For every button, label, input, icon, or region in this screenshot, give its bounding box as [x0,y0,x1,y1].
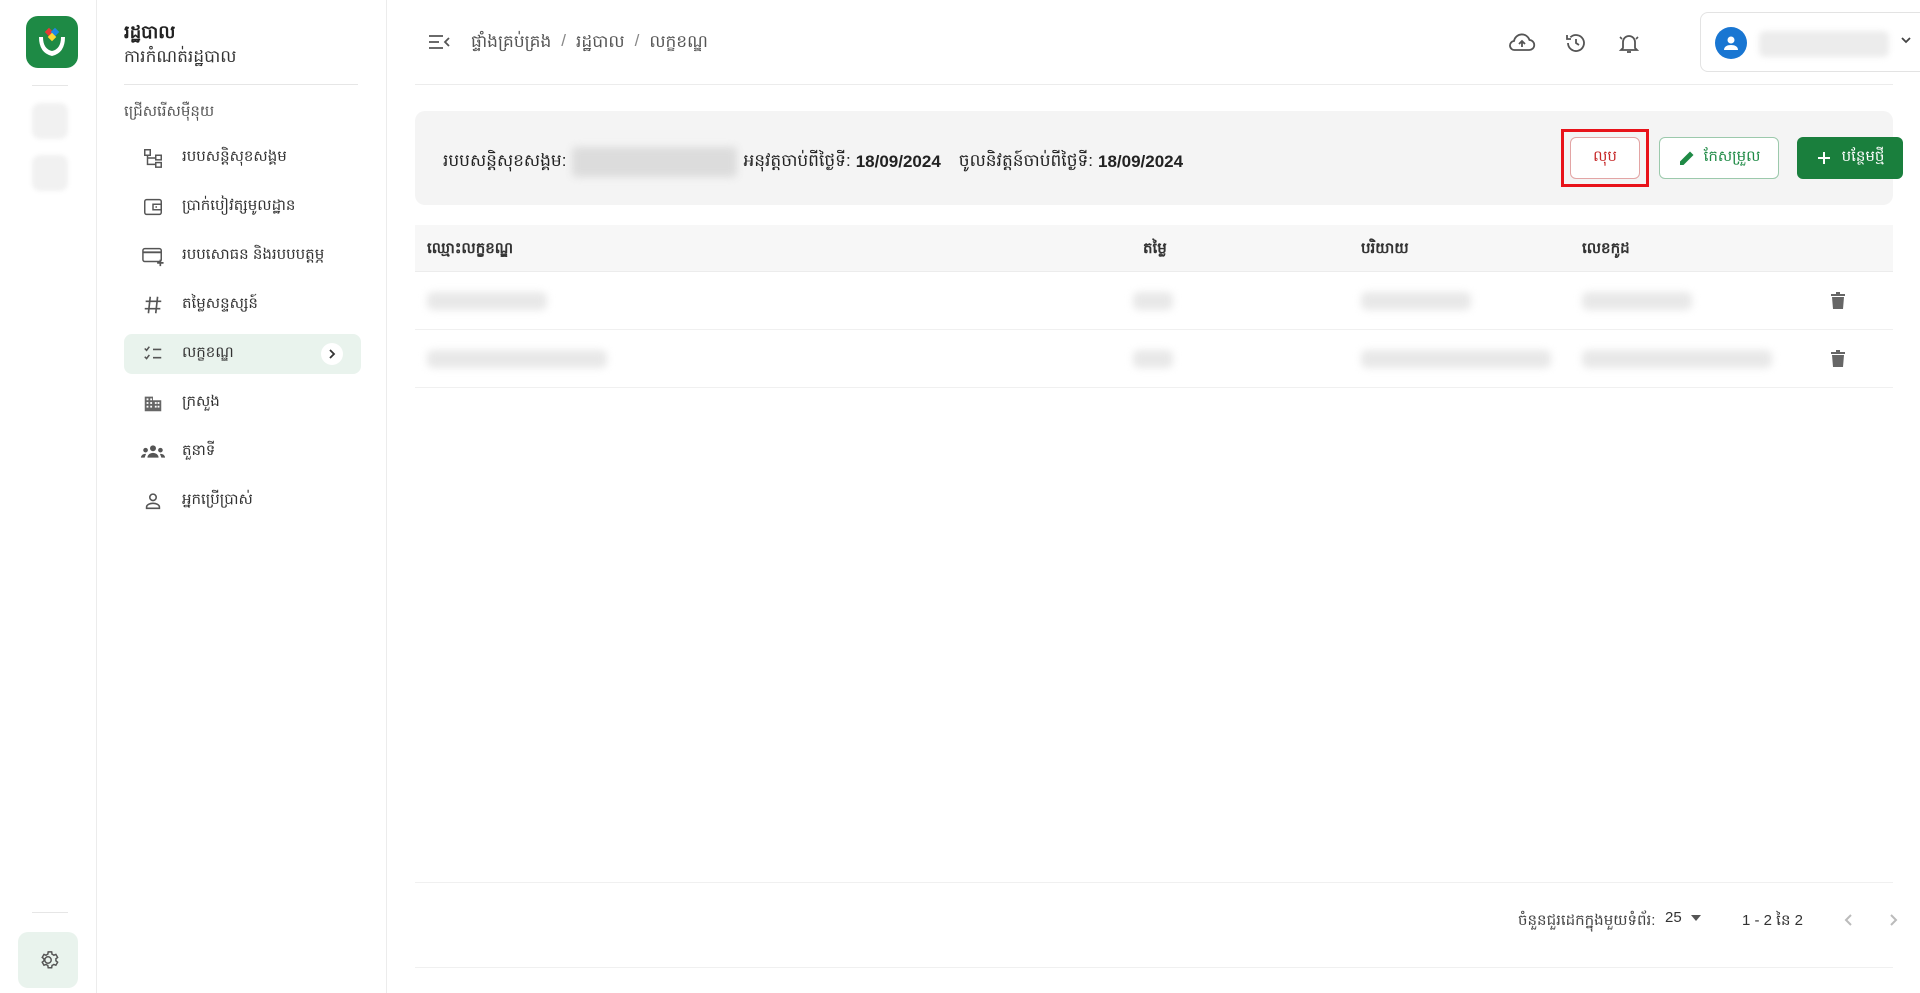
breadcrumb: ផ្ទាំងគ្រប់គ្រង / រដ្ឋបាល / លក្ខខណ្ឌ [471,31,708,56]
sidebar-item-label: របបសន្តិសុខសង្គម [182,148,287,165]
plus-icon [1817,152,1830,164]
condition-info-bar: របបសន្តិសុខសង្គម: អនុវត្តចាប់ពីថ្ងៃទី: 1… [415,111,1903,205]
top-bar: ផ្ទាំងគ្រប់គ្រង / រដ្ឋបាល / លក្ខខណ្ឌ [415,0,1920,85]
sidebar-item-label: អ្នកប្រើប្រាស់ [182,491,253,508]
breadcrumb-separator: / [561,31,567,50]
rows-per-page-label: ចំនួនជួរដេកក្នុងមួយទំព័រ: [1518,912,1656,929]
effective-label: អនុវត្តចាប់ពីថ្ងៃទី: [743,150,851,170]
sidebar-item-users[interactable]: អ្នកប្រើប្រាស់ [124,481,361,521]
building-icon [138,392,168,414]
cell-name-blurred [427,292,547,310]
sidebar-item-roles[interactable]: តួនាទី [124,432,361,472]
edit-button-label: កែសម្រួល [1703,148,1761,165]
column-header-value[interactable]: តម្លៃ [1143,239,1167,261]
app-logo[interactable] [26,16,78,68]
sidebar-item-label: ប្រាក់បៀវត្សមូលដ្ឋាន [182,197,296,214]
sidebar-item-label: ក្រសួង [182,393,220,410]
rows-per-page-value: 25 [1665,909,1682,926]
cell-description-blurred [1361,292,1471,310]
sidebar-item-pension[interactable]: របបសោធន និងរបបបត្តម្ភ [124,236,361,276]
rail-item-blurred[interactable] [32,103,68,139]
pagination-footer: ចំនួនជួរដេកក្នុងមួយទំព័រ: 25 1 - 2 នៃ 2 [415,882,1898,968]
sidebar-item-base-salary[interactable]: ប្រាក់បៀវត្សមូលដ្ឋាន [124,187,361,227]
pencil-icon [1679,151,1694,165]
add-new-button[interactable]: បន្ថែមថ្មី [1797,137,1903,179]
caret-down-icon [1690,914,1701,921]
rail-divider [32,912,68,913]
avatar [1715,27,1747,59]
cell-description-blurred [1361,350,1551,368]
previous-page-icon[interactable] [1836,907,1862,933]
table-header: ឈ្មោះលក្ខខណ្ឌ តម្លៃ បរិយាយ លេខកូដ [415,225,1893,272]
sidebar-item-label: តួនាទី [182,442,216,459]
cell-value-blurred [1133,292,1173,310]
pagination-range: 1 - 2 នៃ 2 [1742,912,1803,929]
retirement-date: 18/09/2024 [1098,152,1184,171]
sidebar-item-label: តម្លៃសន្ទស្សន៍ [182,295,258,312]
next-page-icon[interactable] [1880,907,1906,933]
gear-icon [41,951,59,969]
rail-item-blurred[interactable] [32,155,68,191]
user-menu[interactable] [1700,12,1920,72]
app-root: រដ្ឋបាល ការកំណត់រដ្ឋបាល ជ្រើសរើសម៉ឺនុយ រ… [0,0,1920,993]
sidebar-item-social-security[interactable]: របបសន្តិសុខសង្គម [124,138,361,178]
cell-code-blurred [1582,292,1692,310]
subnav-divider [124,84,358,85]
column-header-description[interactable]: បរិយាយ [1361,239,1409,261]
menu-open-icon [429,35,450,49]
history-icon[interactable] [1561,28,1591,58]
subnav-subtitle: ការកំណត់រដ្ឋបាល [124,47,237,66]
sidebar-item-conditions[interactable]: លក្ខខណ្ឌ [124,334,361,374]
edit-button[interactable]: កែសម្រួល [1659,137,1779,179]
group-icon [138,442,168,462]
menu-collapse-button[interactable] [427,30,451,54]
delete-row-icon[interactable] [1826,289,1850,313]
settings-button[interactable] [18,932,78,988]
breadcrumb-current: លក្ខខណ្ឌ [649,32,708,51]
user-name-blurred [1759,31,1889,57]
rows-per-page-select[interactable]: 25 [1665,909,1702,926]
chevron-down-icon [1899,33,1913,52]
hash-icon [138,294,168,316]
card-add-icon [138,245,168,267]
scheme-label: របបសន្តិសុខសង្គម: [443,150,567,170]
cell-code-blurred [1582,350,1772,368]
user-avatar-icon [1724,36,1738,50]
admin-subnav: រដ្ឋបាល ការកំណត់រដ្ឋបាល ជ្រើសរើសម៉ឺនុយ រ… [97,0,387,993]
sidebar-item-index-value[interactable]: តម្លៃសន្ទស្សន៍ [124,285,361,325]
conditions-table: ឈ្មោះលក្ខខណ្ឌ តម្លៃ បរិយាយ លេខកូដ [415,225,1893,388]
subnav-section-label: ជ្រើសរើសម៉ឺនុយ [124,103,215,120]
column-header-code[interactable]: លេខកូដ [1582,239,1630,261]
breadcrumb-separator: / [634,31,640,50]
person-icon [138,490,168,512]
wallet-icon [138,196,168,218]
retirement-label: ចូលនិវត្តន៍ចាប់ពីថ្ងៃទី: [958,150,1093,170]
hierarchy-icon [138,147,168,169]
notification-bell-icon[interactable] [1614,28,1644,58]
cloud-upload-icon[interactable] [1507,28,1537,58]
table-row[interactable] [415,272,1893,330]
sidebar-item-label: របបសោធន និងរបបបត្តម្ភ [182,246,325,263]
cell-value-blurred [1133,350,1173,368]
subnav-title: រដ្ឋបាល [124,22,176,42]
rail-divider [32,85,68,86]
column-header-name[interactable]: ឈ្មោះលក្ខខណ្ឌ [427,239,513,261]
hands-logo-icon [39,27,65,56]
sidebar-item-ministry[interactable]: ក្រសួង [124,383,361,423]
breadcrumb-admin[interactable]: រដ្ឋបាល [576,31,625,56]
checklist-icon [138,343,168,365]
table-row[interactable] [415,330,1893,388]
condition-info-text: របបសន្តិសុខសង្គម: អនុវត្តចាប់ពីថ្ងៃទី: 1… [443,147,1201,177]
cell-name-blurred [427,350,607,368]
highlight-box [1561,129,1649,187]
main-content: ផ្ទាំងគ្រប់គ្រង / រដ្ឋបាល / លក្ខខណ្ឌ របប… [387,0,1920,993]
add-button-label: បន្ថែមថ្មី [1841,148,1885,165]
effective-date: 18/09/2024 [855,152,941,171]
chevron-right-icon [321,343,343,365]
sidebar-item-label: លក្ខខណ្ឌ [182,344,234,361]
delete-row-icon[interactable] [1826,347,1850,371]
icon-rail [0,0,97,993]
scheme-value-blurred [572,147,738,177]
breadcrumb-dashboard[interactable]: ផ្ទាំងគ្រប់គ្រង [471,31,551,56]
